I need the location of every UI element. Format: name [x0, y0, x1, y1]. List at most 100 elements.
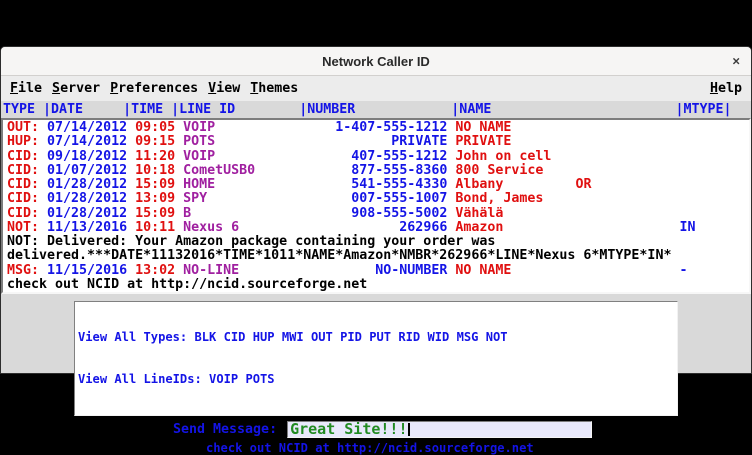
- row-segment: PRIVATE: [391, 134, 447, 149]
- row-segment: 877-555-8360: [351, 163, 447, 178]
- close-icon[interactable]: ×: [732, 55, 740, 68]
- row-segment: [215, 120, 335, 135]
- menu-help-hotkey: H: [710, 81, 718, 96]
- row-segment: HUP:: [7, 134, 47, 149]
- row-segment: 15:09: [135, 177, 183, 192]
- row-segment: 908-555-5002: [351, 206, 447, 221]
- column-header: TYPE |DATE |TIME |LINE ID |NUMBER |NAME …: [1, 101, 751, 118]
- ncid-window: Network Caller ID × File Server Preferen…: [0, 46, 752, 374]
- row-segment: 09/18/2012: [47, 149, 135, 164]
- row-segment: 07/14/2012: [47, 134, 135, 149]
- window-title: Network Caller ID: [322, 54, 430, 69]
- row-segment: NO-NUMBER: [375, 263, 447, 278]
- call-row[interactable]: CID: 01/28/2012 15:09 B 908-555-5002 Väh…: [7, 207, 749, 221]
- menu-file[interactable]: File: [10, 81, 42, 96]
- row-segment: 407-555-1212: [351, 149, 447, 164]
- send-message-label: Send Message:: [173, 422, 285, 437]
- row-segment: 11/13/2016: [47, 220, 135, 235]
- send-message-input[interactable]: Great Site!!!: [287, 421, 592, 438]
- row-segment: SPY: [183, 191, 207, 206]
- row-segment: CID:: [7, 206, 47, 221]
- menu-help[interactable]: Help: [710, 81, 742, 96]
- row-segment: Amazon: [455, 220, 503, 235]
- row-segment: MSG:: [7, 263, 47, 278]
- row-segment: [239, 220, 399, 235]
- row-segment: HOME: [183, 177, 215, 192]
- menu-server[interactable]: Server: [52, 81, 100, 96]
- row-segment: -: [680, 263, 688, 278]
- menu-view-label: iew: [216, 81, 240, 96]
- row-segment: 10:11: [135, 220, 183, 235]
- row-segment: [215, 134, 391, 149]
- menu-bar: File Server Preferences View Themes Help: [1, 76, 751, 101]
- menu-view[interactable]: View: [208, 81, 240, 96]
- row-segment: 09:05: [135, 120, 183, 135]
- menu-server-label: erver: [60, 81, 100, 96]
- screen-background: { "window": { "title": "Network Caller I…: [0, 0, 752, 423]
- row-segment: NO NAME: [455, 263, 511, 278]
- row-segment: NOT:: [7, 220, 47, 235]
- row-segment: 1-407-555-1212: [335, 120, 447, 135]
- menu-server-hotkey: S: [52, 81, 60, 96]
- status-panel: View All Types: BLK CID HUP MWI OUT PID …: [1, 294, 751, 455]
- row-segment: 541-555-4330: [351, 177, 447, 192]
- call-row[interactable]: MSG: 11/15/2016 13:02 NO-LINE NO-NUMBER …: [7, 264, 749, 278]
- menu-view-hotkey: V: [208, 81, 216, 96]
- row-segment: John on cell: [455, 149, 551, 164]
- menu-preferences-hotkey: P: [110, 81, 118, 96]
- call-row[interactable]: CID: 09/18/2012 11:20 VOIP 407-555-1212 …: [7, 150, 749, 164]
- title-bar[interactable]: Network Caller ID ×: [1, 47, 751, 76]
- row-segment: [503, 220, 679, 235]
- row-segment: 15:09: [135, 206, 183, 221]
- row-segment: 07/14/2012: [47, 120, 135, 135]
- row-segment: PRIVATE: [455, 134, 511, 149]
- menu-help-label: elp: [718, 81, 742, 96]
- row-segment: CID:: [7, 149, 47, 164]
- row-segment: VOIP: [183, 149, 215, 164]
- menu-file-hotkey: F: [10, 81, 18, 96]
- call-row[interactable]: CID: 01/28/2012 13:09 SPY 007-555-1007 B…: [7, 192, 749, 206]
- row-segment: 13:02: [135, 263, 183, 278]
- row-segment: NOT: Delivered: Your Amazon package cont…: [7, 234, 495, 249]
- menu-preferences-label: references: [118, 81, 198, 96]
- menu-preferences[interactable]: Preferences: [110, 81, 198, 96]
- row-segment: Albany OR: [455, 177, 591, 192]
- row-segment: CID:: [7, 191, 47, 206]
- row-segment: 09:15: [135, 134, 183, 149]
- row-segment: Bond, James: [455, 191, 543, 206]
- call-row[interactable]: NOT: 11/13/2016 10:11 Nexus 6 262966 Ama…: [7, 221, 749, 235]
- row-segment: 01/07/2012: [47, 163, 135, 178]
- row-segment: [511, 263, 679, 278]
- row-segment: 01/28/2012: [47, 177, 135, 192]
- row-segment: [239, 263, 375, 278]
- call-list[interactable]: OUT: 07/14/2012 09:05 VOIP 1-407-555-121…: [1, 118, 751, 294]
- row-segment: 01/28/2012: [47, 191, 135, 206]
- row-segment: B: [183, 206, 191, 221]
- menu-themes[interactable]: Themes: [250, 81, 298, 96]
- row-segment: 13:09: [135, 191, 183, 206]
- row-segment: VOIP: [183, 120, 215, 135]
- row-segment: delivered.***DATE*11132016*TIME*1011*NAM…: [7, 248, 671, 263]
- row-segment: 800 Service: [455, 163, 543, 178]
- send-message-value: Great Site!!!: [290, 422, 407, 437]
- row-segment: OUT:: [7, 120, 47, 135]
- row-segment: POTS: [183, 134, 215, 149]
- menu-file-label: ile: [18, 81, 42, 96]
- call-row[interactable]: OUT: 07/14/2012 09:05 VOIP 1-407-555-121…: [7, 121, 749, 135]
- row-segment: Nexus 6: [183, 220, 239, 235]
- menu-themes-label: hemes: [258, 81, 298, 96]
- row-segment: CometUSB0: [183, 163, 255, 178]
- row-segment: 11/15/2016: [47, 263, 135, 278]
- row-segment: NO-LINE: [183, 263, 239, 278]
- row-segment: 10:18: [135, 163, 183, 178]
- call-row[interactable]: CID: 01/07/2012 10:18 CometUSB0 877-555-…: [7, 164, 749, 178]
- row-segment: CID:: [7, 177, 47, 192]
- view-all-types: View All Types: BLK CID HUP MWI OUT PID …: [78, 330, 677, 344]
- ncid-link[interactable]: check out NCID at http://ncid.sourceforg…: [206, 441, 751, 455]
- call-row[interactable]: check out NCID at http://ncid.sourceforg…: [7, 278, 749, 292]
- call-row[interactable]: HUP: 07/14/2012 09:15 POTS PRIVATE PRIVA…: [7, 135, 749, 149]
- row-segment: [207, 191, 351, 206]
- call-row[interactable]: CID: 01/28/2012 15:09 HOME 541-555-4330 …: [7, 178, 749, 192]
- call-row[interactable]: delivered.***DATE*11132016*TIME*1011*NAM…: [7, 249, 749, 263]
- row-segment: 11:20: [135, 149, 183, 164]
